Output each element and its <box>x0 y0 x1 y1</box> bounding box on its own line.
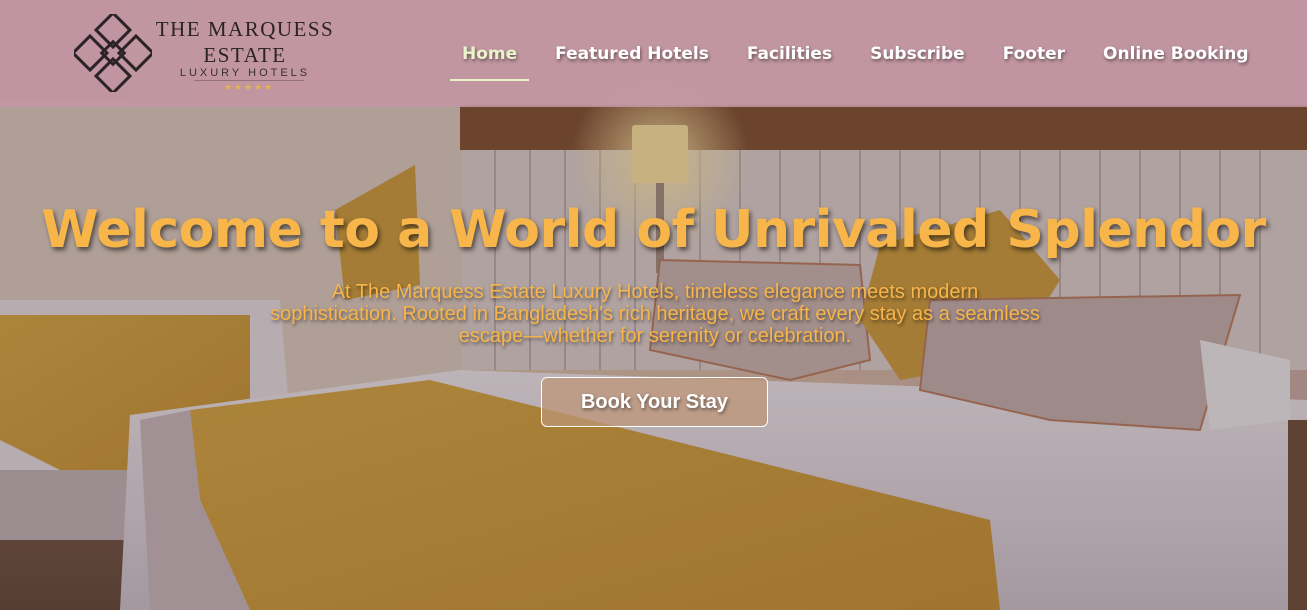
page: THE MARQUESS ESTATE LUXURY HOTELS ★★★★★ … <box>0 0 1307 610</box>
site-header: THE MARQUESS ESTATE LUXURY HOTELS ★★★★★ … <box>0 0 1307 107</box>
hero-title: Welcome to a World of Unrivaled Splendor <box>41 200 1266 260</box>
hero-description: At The Marquess Estate Luxury Hotels, ti… <box>270 281 1040 347</box>
brand-logo-mark-icon <box>74 14 152 92</box>
brand-stars: ★★★★★ <box>194 80 304 93</box>
book-your-stay-button[interactable]: Book Your Stay <box>541 377 768 427</box>
nav-item-online-booking[interactable]: Online Booking <box>1091 40 1260 80</box>
brand-logo[interactable]: THE MARQUESS ESTATE LUXURY HOTELS ★★★★★ <box>74 14 344 94</box>
brand-title: THE MARQUESS ESTATE <box>150 16 340 68</box>
brand-title-line2: ESTATE <box>203 43 287 67</box>
nav-item-home[interactable]: Home <box>450 40 530 81</box>
brand-subtitle: LUXURY HOTELS <box>179 67 311 79</box>
nav-item-featured-hotels[interactable]: Featured Hotels <box>543 40 721 80</box>
main-navigation: Home Featured Hotels Facilities Subscrib… <box>450 40 1275 81</box>
nav-item-footer[interactable]: Footer <box>991 40 1077 80</box>
nav-item-facilities[interactable]: Facilities <box>735 40 844 80</box>
brand-title-line1: THE MARQUESS <box>155 17 335 41</box>
nav-item-subscribe[interactable]: Subscribe <box>858 40 977 80</box>
